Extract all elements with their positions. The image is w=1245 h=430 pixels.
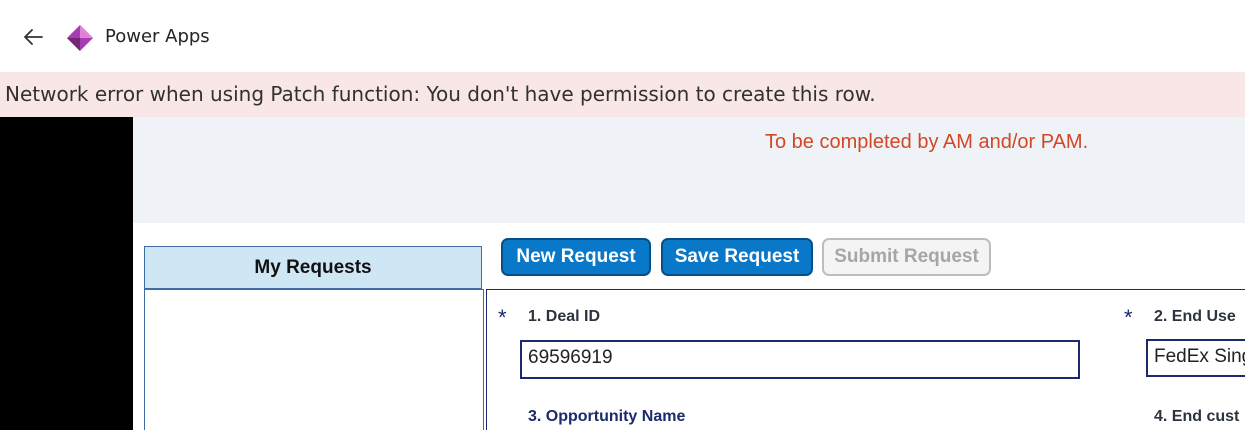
power-apps-logo-icon bbox=[66, 24, 94, 52]
opportunity-name-label: 3. Opportunity Name bbox=[528, 408, 686, 425]
completion-notice: To be completed by AM and/or PAM. bbox=[765, 131, 1089, 153]
submit-request-button: Submit Request bbox=[822, 238, 991, 276]
new-request-button[interactable]: New Request bbox=[501, 238, 651, 276]
required-marker: * bbox=[1124, 305, 1133, 330]
end-user-input[interactable]: FedEx Sing bbox=[1146, 339, 1245, 377]
required-marker: * bbox=[498, 305, 507, 330]
my-requests-list[interactable] bbox=[144, 289, 484, 430]
back-arrow-icon[interactable] bbox=[18, 22, 48, 52]
end-customer-label: 4. End cust bbox=[1154, 408, 1240, 425]
end-user-label: 2. End Use bbox=[1154, 308, 1236, 325]
app-title: Power Apps bbox=[105, 26, 210, 47]
left-rail bbox=[0, 117, 133, 430]
save-request-button[interactable]: Save Request bbox=[661, 238, 813, 276]
deal-id-input[interactable]: 69596919 bbox=[520, 340, 1080, 379]
error-message: Network error when using Patch function:… bbox=[5, 82, 876, 106]
deal-id-label: 1. Deal ID bbox=[528, 308, 601, 325]
form-header-panel: To be completed by AM and/or PAM. bbox=[133, 117, 1245, 223]
error-banner: Network error when using Patch function:… bbox=[0, 72, 1245, 117]
my-requests-header: My Requests bbox=[144, 246, 482, 289]
app-header: Power Apps bbox=[0, 0, 1245, 72]
